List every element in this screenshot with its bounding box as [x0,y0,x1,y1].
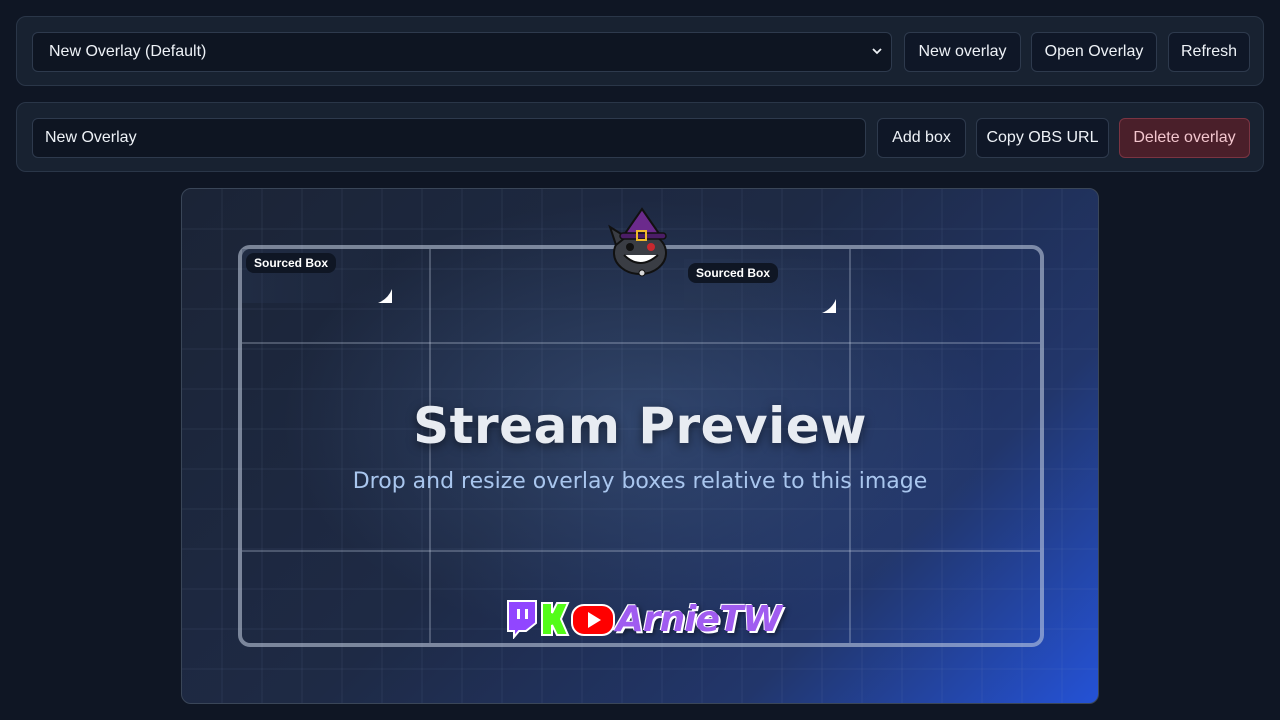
preview-subtitle: Drop and resize overlay boxes relative t… [352,469,928,494]
overlay-select-value: New Overlay (Default) [49,43,207,60]
new-overlay-button[interactable]: New overlay [904,32,1021,72]
copy-obs-url-button[interactable]: Copy OBS URL [976,118,1109,158]
open-overlay-button[interactable]: Open Overlay [1031,32,1157,72]
overlay-toolbar: New Overlay (Default) New overlay Open O… [16,16,1264,86]
resize-handle-icon[interactable] [820,297,836,313]
overlay-select[interactable]: New Overlay (Default) [32,32,892,72]
overlay-box-label: Sourced Box [688,263,779,283]
witch-cat-mascot-icon [608,207,667,277]
delete-overlay-button[interactable]: Delete overlay [1119,118,1250,158]
add-box-button[interactable]: Add box [877,118,966,158]
stream-preview-canvas[interactable]: Stream Preview Drop and resize overlay b… [181,188,1099,704]
overlay-box[interactable]: Sourced Box [684,259,836,313]
twitch-kick-youtube-icons [507,600,615,639]
overlay-box[interactable]: Sourced Box [242,249,392,303]
resize-handle-icon[interactable] [376,287,392,303]
overlay-editor-toolbar: New Overlay Add box Copy OBS URL Delete … [16,102,1264,172]
chevron-down-icon [872,48,882,55]
overlay-box-label: Sourced Box [246,253,337,273]
logo-text: ArnieTW [616,598,782,640]
overlay-name-input[interactable]: New Overlay [32,118,866,158]
streamer-logo: ArnieTW [504,599,784,643]
preview-title: Stream Preview [413,397,867,455]
refresh-button[interactable]: Refresh [1168,32,1250,72]
